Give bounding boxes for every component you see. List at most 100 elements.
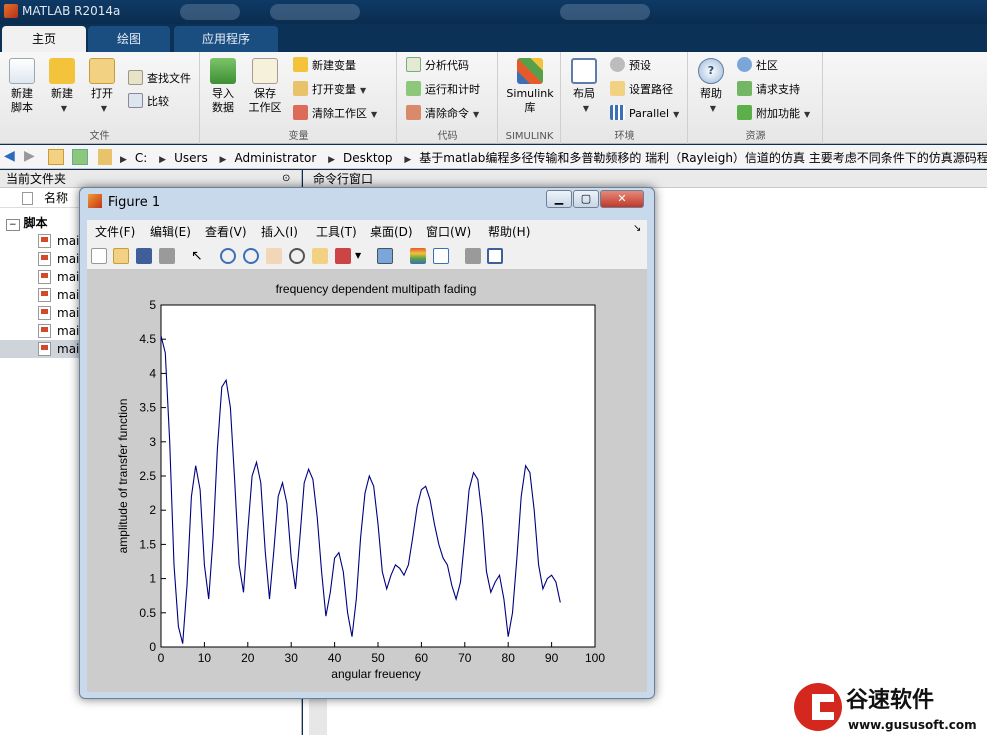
import-data-icon (210, 58, 236, 84)
matlab-logo-icon (88, 194, 102, 208)
run-and-time-button[interactable]: 运行和计时 (406, 80, 480, 100)
y-tick-label: 0 (149, 640, 156, 654)
colorbar-icon[interactable] (410, 248, 426, 264)
x-tick-label: 30 (285, 651, 299, 665)
chart-title: frequency dependent multipath fading (276, 282, 477, 296)
browse-folder-icon[interactable] (72, 149, 88, 165)
figure-menu-bar: 文件(F) 编辑(E) 查看(V) 插入(I) 工具(T) 桌面(D) 窗口(W… (87, 220, 647, 241)
compare-button[interactable]: 比较 (128, 92, 169, 112)
menu-tools[interactable]: 工具(T) (316, 223, 357, 240)
set-path-button[interactable]: 设置路径 (610, 80, 673, 100)
collapse-icon[interactable]: − (6, 219, 20, 231)
new-script-button[interactable]: 新建 脚本 (0, 58, 44, 115)
link-plot-icon[interactable] (377, 248, 393, 264)
y-tick-label: 3 (149, 435, 156, 449)
brush-icon[interactable] (335, 248, 351, 264)
dock-arrow-icon[interactable]: ↘ (633, 223, 641, 234)
request-support-button[interactable]: 请求支持 (737, 80, 800, 100)
pan-icon[interactable] (266, 248, 282, 264)
menu-file[interactable]: 文件(F) (95, 223, 135, 240)
maximize-button[interactable]: ▢ (573, 190, 599, 208)
show-plot-tools-icon[interactable] (487, 248, 503, 264)
new-variable-button[interactable]: 新建变量 (293, 56, 356, 76)
community-button[interactable]: 社区 (737, 56, 778, 76)
new-icon (49, 58, 75, 84)
menu-help[interactable]: 帮助(H) (488, 223, 530, 240)
x-tick-label: 20 (241, 651, 255, 665)
breadcrumb-item[interactable]: Administrator (234, 151, 316, 165)
zoom-in-icon[interactable] (220, 248, 236, 264)
breadcrumb-item[interactable]: 基于matlab编程多径传输和多普勒频移的 瑞利（Rayleigh）信道的仿真 … (419, 151, 987, 165)
menu-desktop[interactable]: 桌面(D) (370, 223, 413, 240)
breadcrumb-item[interactable]: Users (174, 151, 208, 165)
simulink-library-icon (517, 58, 543, 84)
legend-icon[interactable] (433, 248, 449, 264)
rotate-icon[interactable] (289, 248, 305, 264)
clear-commands-button[interactable]: 清除命令 ▼ (406, 104, 479, 124)
tree-group-scripts[interactable]: − 脚本 (6, 214, 48, 231)
line-chart: frequency dependent multipath fading ang… (116, 282, 605, 681)
new-figure-icon[interactable] (91, 248, 107, 264)
group-label-environment: 环境 (614, 131, 635, 142)
menu-insert[interactable]: 插入(I) (261, 223, 298, 240)
blurred-region (560, 4, 650, 20)
window-title: MATLAB R2014a (22, 4, 121, 18)
help-button[interactable]: ? 帮助 ▼ (689, 58, 733, 116)
hide-plot-tools-icon[interactable] (465, 248, 481, 264)
breadcrumb-item[interactable]: Desktop (343, 151, 393, 165)
figure-toolbar: ↖ ▼ (87, 241, 647, 270)
group-label-variable: 变量 (288, 131, 309, 142)
ribbon-group-variable: 导入 数据 保存 工作区 新建变量 打开变量 ▼ 清除工作区 ▼ 变量 (201, 52, 397, 144)
command-window-header: 命令行窗口 (303, 170, 987, 188)
panel-menu-icon[interactable]: ⊙ (282, 170, 290, 188)
tab-apps[interactable]: 应用程序 (174, 26, 278, 52)
script-file-icon (38, 270, 51, 284)
menu-window[interactable]: 窗口(W) (426, 223, 471, 240)
menu-view[interactable]: 查看(V) (205, 223, 247, 240)
parallel-icon (610, 105, 625, 120)
up-folder-icon[interactable] (48, 149, 64, 165)
layout-button[interactable]: 布局 ▼ (562, 58, 606, 116)
back-icon[interactable]: ◀ (4, 148, 15, 164)
minimize-button[interactable]: ▁ (546, 190, 572, 208)
menu-edit[interactable]: 编辑(E) (150, 223, 191, 240)
clear-workspace-button[interactable]: 清除工作区 ▼ (293, 104, 377, 124)
find-files-button[interactable]: 查找文件 (128, 69, 191, 89)
save-workspace-button[interactable]: 保存 工作区 (243, 58, 287, 115)
chevron-down-icon[interactable]: ▼ (355, 248, 363, 264)
y-tick-label: 0.5 (139, 606, 156, 620)
open-button[interactable]: 打开 ▼ (80, 58, 124, 116)
forward-icon[interactable]: ▶ (24, 148, 35, 164)
watermark-url: www.gususoft.com (848, 718, 977, 732)
simulink-library-button[interactable]: Simulink 库 (505, 58, 555, 115)
preferences-button[interactable]: 预设 (610, 56, 651, 76)
script-file-icon (38, 288, 51, 302)
script-file-icon (38, 252, 51, 266)
x-tick-label: 0 (158, 651, 165, 665)
breadcrumb-item[interactable]: C: (135, 151, 147, 165)
addons-button[interactable]: 附加功能 ▼ (737, 104, 810, 124)
tab-home[interactable]: 主页 (2, 26, 86, 52)
file-type-icon (22, 192, 33, 205)
script-file-icon (38, 234, 51, 248)
tab-plots[interactable]: 绘图 (88, 26, 170, 52)
find-files-icon (128, 70, 143, 85)
figure-window: Figure 1 ▁ ▢ ✕ 文件(F) 编辑(E) 查看(V) 插入(I) 工… (79, 187, 655, 699)
group-label-file: 文件 (89, 131, 110, 142)
open-variable-button[interactable]: 打开变量 ▼ (293, 80, 366, 100)
zoom-out-icon[interactable] (243, 248, 259, 264)
save-icon[interactable] (136, 248, 152, 264)
import-data-button[interactable]: 导入 数据 (201, 58, 245, 115)
new-button[interactable]: 新建 ▼ (40, 58, 84, 116)
addons-icon (737, 105, 752, 120)
parallel-button[interactable]: Parallel ▼ (610, 104, 679, 124)
pointer-icon[interactable]: ↖ (191, 248, 207, 264)
print-icon[interactable] (159, 248, 175, 264)
breadcrumb: ▶ C: ▶ Users ▶ Administrator ▶ Desktop ▶ 基于ma… (120, 149, 987, 166)
close-button[interactable]: ✕ (600, 190, 644, 208)
analyze-code-button[interactable]: 分析代码 (406, 56, 469, 76)
y-tick-label: 1.5 (139, 537, 156, 551)
data-cursor-icon[interactable] (312, 248, 328, 264)
open-file-icon[interactable] (113, 248, 129, 264)
x-tick-label: 70 (458, 651, 472, 665)
